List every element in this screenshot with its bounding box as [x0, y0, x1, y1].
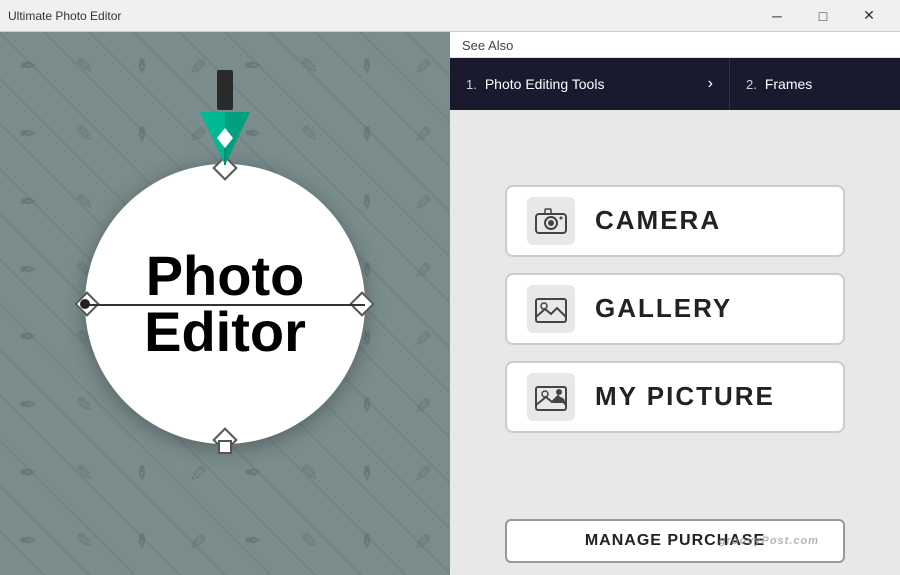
main-content: ✒✏✒✏✒✏✒✏✒✏✒✏✒✏✒✏✒✏✒✏✒✏✒✏✒✏✒✏✒✏✒✏✒✏✒✏✒✏✒✏… — [0, 32, 900, 575]
camera-label: CAMERA — [595, 205, 721, 236]
logo-text-line1: Photo — [146, 248, 305, 304]
right-panel: See Also 1. Photo Editing Tools › 2. Fra… — [450, 32, 900, 575]
manage-purchase-button[interactable]: MANAGE PURCHASE groovyPost.com — [505, 519, 845, 563]
titlebar: Ultimate Photo Editor ─ □ ✕ — [0, 0, 900, 32]
chevron-right-icon: › — [708, 75, 713, 93]
minimize-button[interactable]: ─ — [754, 0, 800, 32]
see-also-items: 1. Photo Editing Tools › 2. Frames — [450, 58, 900, 110]
see-also-item-1[interactable]: 1. Photo Editing Tools › — [450, 58, 730, 110]
my-picture-label: MY PICTURE — [595, 381, 775, 412]
gallery-icon — [527, 285, 575, 333]
camera-icon — [527, 197, 575, 245]
see-also-num-2: 2. — [746, 77, 757, 92]
see-also-item-2[interactable]: 2. Frames — [730, 58, 828, 110]
maximize-button[interactable]: □ — [800, 0, 846, 32]
titlebar-title: Ultimate Photo Editor — [8, 9, 121, 23]
handle-square-bottom — [218, 440, 232, 454]
logo-text-line2: Editor — [144, 304, 306, 360]
see-also-num-1: 1. — [466, 77, 477, 92]
titlebar-controls: ─ □ ✕ — [754, 0, 892, 32]
camera-button[interactable]: CAMERA — [505, 185, 845, 257]
pen-nib-container — [190, 70, 260, 175]
left-panel: ✒✏✒✏✒✏✒✏✒✏✒✏✒✏✒✏✒✏✒✏✒✏✒✏✒✏✒✏✒✏✒✏✒✏✒✏✒✏✒✏… — [0, 32, 450, 575]
pen-nib-icon — [190, 70, 260, 170]
close-button[interactable]: ✕ — [846, 0, 892, 32]
see-also-text-2: Frames — [765, 76, 812, 92]
buttons-area: CAMERA GALLERY — [450, 110, 900, 507]
manage-purchase-label: MANAGE PURCHASE — [585, 532, 765, 550]
handle-line-horizontal — [85, 304, 365, 306]
see-also-label: See Also — [450, 32, 900, 58]
gallery-button[interactable]: GALLERY — [505, 273, 845, 345]
see-also-text-1: Photo Editing Tools — [485, 76, 605, 92]
bottom-bar: MANAGE PURCHASE groovyPost.com — [450, 507, 900, 575]
handle-dot-left — [80, 299, 90, 309]
my-picture-icon — [527, 373, 575, 421]
gallery-label: GALLERY — [595, 293, 732, 324]
my-picture-button[interactable]: MY PICTURE — [505, 361, 845, 433]
